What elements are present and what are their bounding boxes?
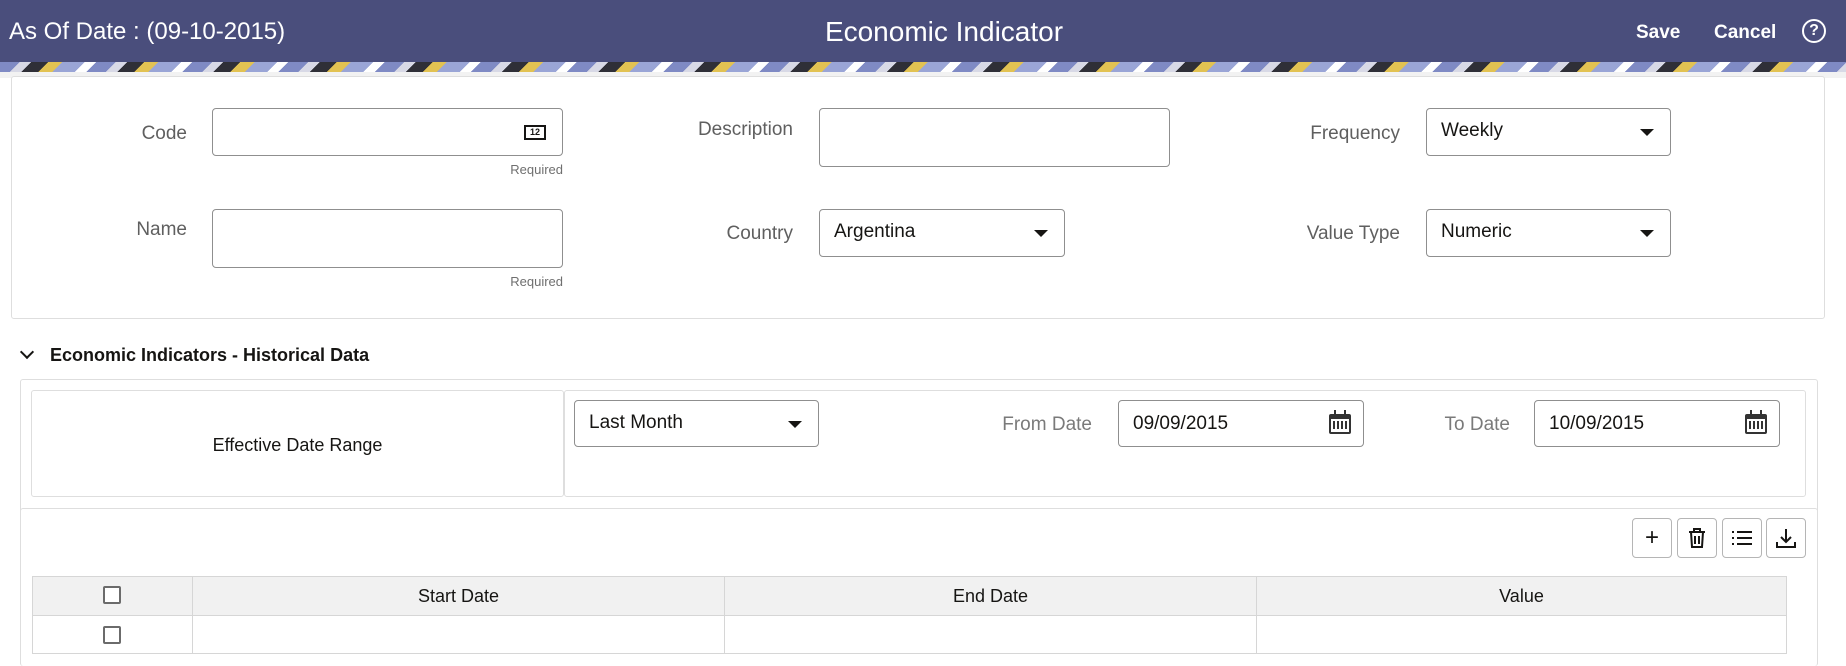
select-all-cell <box>32 577 192 615</box>
name-label: Name <box>136 219 187 240</box>
name-required-hint: Required <box>510 274 563 289</box>
value-type-value: Numeric <box>1441 221 1512 242</box>
value-cell[interactable] <box>1256 616 1787 653</box>
code-input[interactable]: 12 <box>212 108 563 156</box>
view-list-button[interactable] <box>1722 518 1762 558</box>
cancel-button[interactable]: Cancel <box>1714 22 1776 44</box>
select-all-checkbox[interactable] <box>103 586 121 604</box>
calendar-icon[interactable] <box>1329 410 1351 434</box>
column-header-value[interactable]: Value <box>1256 577 1787 615</box>
export-button[interactable] <box>1766 518 1806 558</box>
date-range-label-box: Effective Date Range <box>31 390 564 497</box>
calendar-icon[interactable] <box>1745 410 1767 434</box>
row-checkbox[interactable] <box>103 626 121 644</box>
frequency-select[interactable]: Weekly <box>1426 108 1671 156</box>
plus-icon: + <box>1644 524 1659 551</box>
value-type-select[interactable]: Numeric <box>1426 209 1671 257</box>
date-range-select[interactable]: Last Month <box>574 400 819 447</box>
column-header-start-date[interactable]: Start Date <box>192 577 724 615</box>
trash-icon <box>1689 528 1705 548</box>
country-value: Argentina <box>834 221 916 242</box>
frequency-value: Weekly <box>1441 120 1503 141</box>
chevron-down-icon <box>1034 230 1048 237</box>
description-label: Description <box>697 119 793 140</box>
app-header: As Of Date : (09-10-2015) Economic Indic… <box>0 0 1846 62</box>
from-date-value: 09/09/2015 <box>1133 413 1229 434</box>
download-icon <box>1776 529 1796 548</box>
code-generator-icon[interactable]: 12 <box>524 125 546 140</box>
page-title: Economic Indicator <box>824 16 1064 47</box>
save-button[interactable]: Save <box>1636 22 1680 44</box>
to-date-input[interactable]: 10/09/2015 <box>1534 400 1780 447</box>
from-date-label: From Date <box>1002 414 1092 435</box>
from-date-input[interactable]: 09/09/2015 <box>1118 400 1364 447</box>
code-label: Code <box>141 123 187 144</box>
name-input[interactable] <box>212 209 563 268</box>
to-date-value: 10/09/2015 <box>1549 413 1645 434</box>
collapse-chevron-icon[interactable] <box>19 344 35 360</box>
section-title[interactable]: Economic Indicators - Historical Data <box>50 345 369 366</box>
table-header-row: Start Date End Date Value <box>32 576 1787 616</box>
value-type-label: Value Type <box>1306 223 1400 244</box>
list-icon <box>1732 531 1752 545</box>
delete-button[interactable] <box>1677 518 1717 558</box>
chevron-down-icon <box>788 421 802 428</box>
end-date-cell[interactable] <box>724 616 1256 653</box>
row-select-cell <box>32 616 192 653</box>
effective-date-range-label: Effective Date Range <box>212 435 383 455</box>
frequency-label: Frequency <box>1310 123 1400 144</box>
help-icon[interactable]: ? <box>1802 19 1826 43</box>
description-input[interactable] <box>819 108 1170 167</box>
start-date-cell[interactable] <box>192 616 724 653</box>
date-range-value: Last Month <box>589 412 683 433</box>
to-date-label: To Date <box>1444 414 1510 435</box>
add-row-button[interactable]: + <box>1632 518 1672 558</box>
chevron-down-icon <box>1640 230 1654 237</box>
table-row <box>32 616 1787 654</box>
chevron-down-icon <box>1640 129 1654 136</box>
code-required-hint: Required <box>510 162 563 177</box>
column-header-end-date[interactable]: End Date <box>724 577 1256 615</box>
country-label: Country <box>726 223 793 244</box>
country-select[interactable]: Argentina <box>819 209 1065 257</box>
